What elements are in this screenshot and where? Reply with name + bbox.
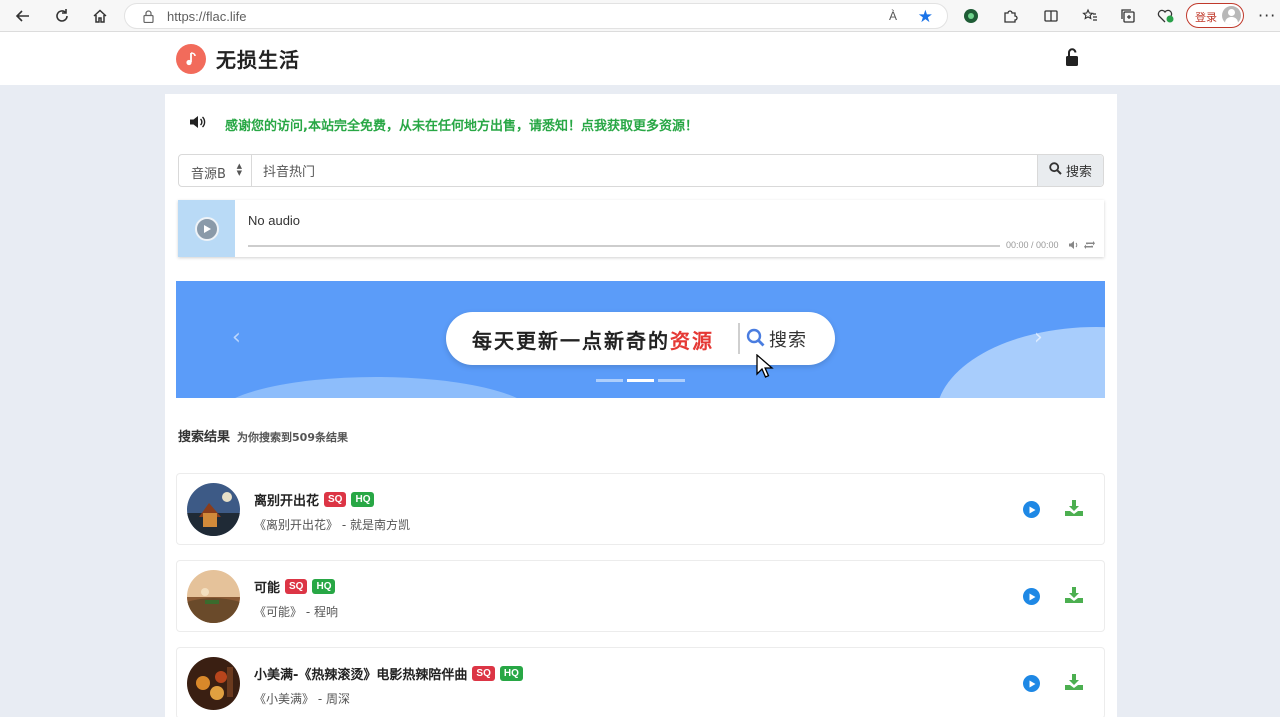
sq-badge: SQ xyxy=(472,666,495,681)
result-cover xyxy=(187,657,240,710)
banner-indicator[interactable] xyxy=(658,379,685,382)
result-title-row: 离别开出花 SQ HQ xyxy=(254,490,375,509)
favorite-star-icon[interactable]: ★ xyxy=(918,7,933,27)
banner-slogan-main: 每天更新一点新奇的 xyxy=(472,329,670,353)
result-subtitle: 《可能》 - 程响 xyxy=(254,605,338,619)
hq-badge: HQ xyxy=(312,579,336,594)
result-item[interactable]: 离别开出花 SQ HQ 《离别开出花》 - 就是南方凯 xyxy=(176,473,1105,545)
music-note-logo-icon[interactable] xyxy=(176,44,206,74)
banner-indicator[interactable] xyxy=(596,379,623,382)
favorites-icon[interactable] xyxy=(1080,6,1100,26)
play-icon[interactable] xyxy=(1023,501,1040,518)
hq-badge: HQ xyxy=(499,666,523,681)
audio-player: No audio 00:00 / 00:00 xyxy=(178,200,1104,257)
avatar-icon xyxy=(1222,6,1241,25)
banner-decor-hill xyxy=(936,327,1105,398)
banner-search-icon xyxy=(746,328,765,351)
result-title: 离别开出花 xyxy=(254,494,320,509)
split-screen-icon[interactable] xyxy=(1041,6,1061,26)
search-button-label: 搜索 xyxy=(1065,165,1092,180)
player-progress-bar[interactable] xyxy=(248,245,1000,247)
refresh-icon[interactable] xyxy=(50,4,74,28)
result-subtitle: 《小美满》 - 周深 xyxy=(254,692,350,706)
sq-badge: SQ xyxy=(324,492,347,507)
banner-indicator[interactable] xyxy=(627,379,654,382)
banner-slogan-highlight: 资源 xyxy=(670,329,714,353)
hq-badge: HQ xyxy=(351,492,375,507)
result-subtitle: 《离别开出花》 - 就是南方凯 xyxy=(254,518,410,532)
banner-decor-hill xyxy=(216,377,536,398)
speaker-icon xyxy=(189,114,207,134)
result-cover xyxy=(187,570,240,623)
puzzle-icon[interactable] xyxy=(1000,6,1020,26)
banner-prev-arrow[interactable]: ‹ xyxy=(232,325,241,350)
player-cover[interactable] xyxy=(178,200,235,257)
banner-search-label: 搜索 xyxy=(769,330,807,351)
result-title: 小美满-《热辣滚烫》电影热辣陪伴曲 xyxy=(254,668,468,683)
sq-badge: SQ xyxy=(285,579,308,594)
url-text: https://flac.life xyxy=(167,9,247,24)
more-menu-icon[interactable]: ··· xyxy=(1258,6,1276,25)
banner-indicators xyxy=(596,379,685,382)
address-bar[interactable]: https://flac.life À ★ xyxy=(124,3,948,29)
home-icon[interactable] xyxy=(88,4,112,28)
result-title: 可能 xyxy=(254,581,281,596)
banner-next-arrow[interactable]: › xyxy=(1034,325,1043,350)
download-icon[interactable] xyxy=(1064,499,1084,521)
profile-login-button[interactable]: 登录 xyxy=(1186,3,1244,28)
mouse-cursor-icon xyxy=(756,353,774,384)
result-cover xyxy=(187,483,240,536)
player-time: 00:00 / 00:00 xyxy=(1006,240,1059,250)
result-item[interactable]: 可能 SQ HQ 《可能》 - 程响 xyxy=(176,560,1105,632)
play-icon[interactable] xyxy=(1023,588,1040,605)
result-item[interactable]: 小美满-《热辣滚烫》电影热辣陪伴曲 SQ HQ 《小美满》 - 周深 xyxy=(176,647,1105,717)
play-icon[interactable] xyxy=(1023,675,1040,692)
results-heading: 搜索结果 为你搜索到509条结果 xyxy=(178,426,348,445)
select-arrows-icon: ▲ ▼ xyxy=(236,162,242,177)
unlock-icon[interactable] xyxy=(1064,47,1080,71)
results-title: 搜索结果 xyxy=(178,430,231,445)
collections-icon[interactable] xyxy=(1118,6,1138,26)
search-input[interactable] xyxy=(253,155,1038,186)
player-track-title: No audio xyxy=(248,213,301,228)
banner-divider xyxy=(738,323,740,354)
site-header: 无损生活 xyxy=(0,32,1280,85)
notice-bar[interactable]: 感谢您的访问,本站完全免费，从未在任何地方出售，请悉知！点我获取更多资源！ xyxy=(189,114,698,134)
extension-icon[interactable] xyxy=(961,6,981,26)
results-summary: 为你搜索到509条结果 xyxy=(237,431,348,444)
source-select-value: 音源B xyxy=(191,167,226,182)
player-play-icon[interactable] xyxy=(194,216,219,241)
promo-banner[interactable]: ‹ › 每天更新一点新奇的资源 搜索 xyxy=(176,281,1105,398)
search-button[interactable]: 搜索 xyxy=(1037,155,1103,186)
download-icon[interactable] xyxy=(1064,586,1084,608)
source-select[interactable]: 音源B ▲ ▼ xyxy=(179,155,252,186)
result-title-row: 小美满-《热辣滚烫》电影热辣陪伴曲 SQ HQ xyxy=(254,664,523,683)
banner-search: 搜索 xyxy=(746,326,807,352)
browser-essentials-icon[interactable] xyxy=(1156,6,1176,26)
site-title[interactable]: 无损生活 xyxy=(216,44,300,73)
main-content: 感谢您的访问,本站完全免费，从未在任何地方出售，请悉知！点我获取更多资源！ 音源… xyxy=(165,94,1117,717)
browser-toolbar: https://flac.life À ★ 登录 ··· xyxy=(0,0,1280,32)
search-icon xyxy=(1049,162,1062,179)
notice-text: 感谢您的访问,本站完全免费，从未在任何地方出售，请悉知！点我获取更多资源！ xyxy=(225,118,698,134)
back-arrow-icon[interactable] xyxy=(11,4,35,28)
loop-icon[interactable] xyxy=(1084,239,1095,254)
banner-slogan: 每天更新一点新奇的资源 xyxy=(472,325,714,354)
result-title-row: 可能 SQ HQ xyxy=(254,577,336,596)
login-label: 登录 xyxy=(1195,11,1217,24)
download-icon[interactable] xyxy=(1064,673,1084,695)
volume-icon[interactable] xyxy=(1068,239,1079,254)
search-bar: 音源B ▲▼ 搜索 xyxy=(178,154,1104,187)
lock-icon xyxy=(143,10,154,27)
banner-slogan-pill: 每天更新一点新奇的资源 搜索 xyxy=(446,312,835,365)
read-aloud-icon[interactable]: À xyxy=(889,9,897,23)
